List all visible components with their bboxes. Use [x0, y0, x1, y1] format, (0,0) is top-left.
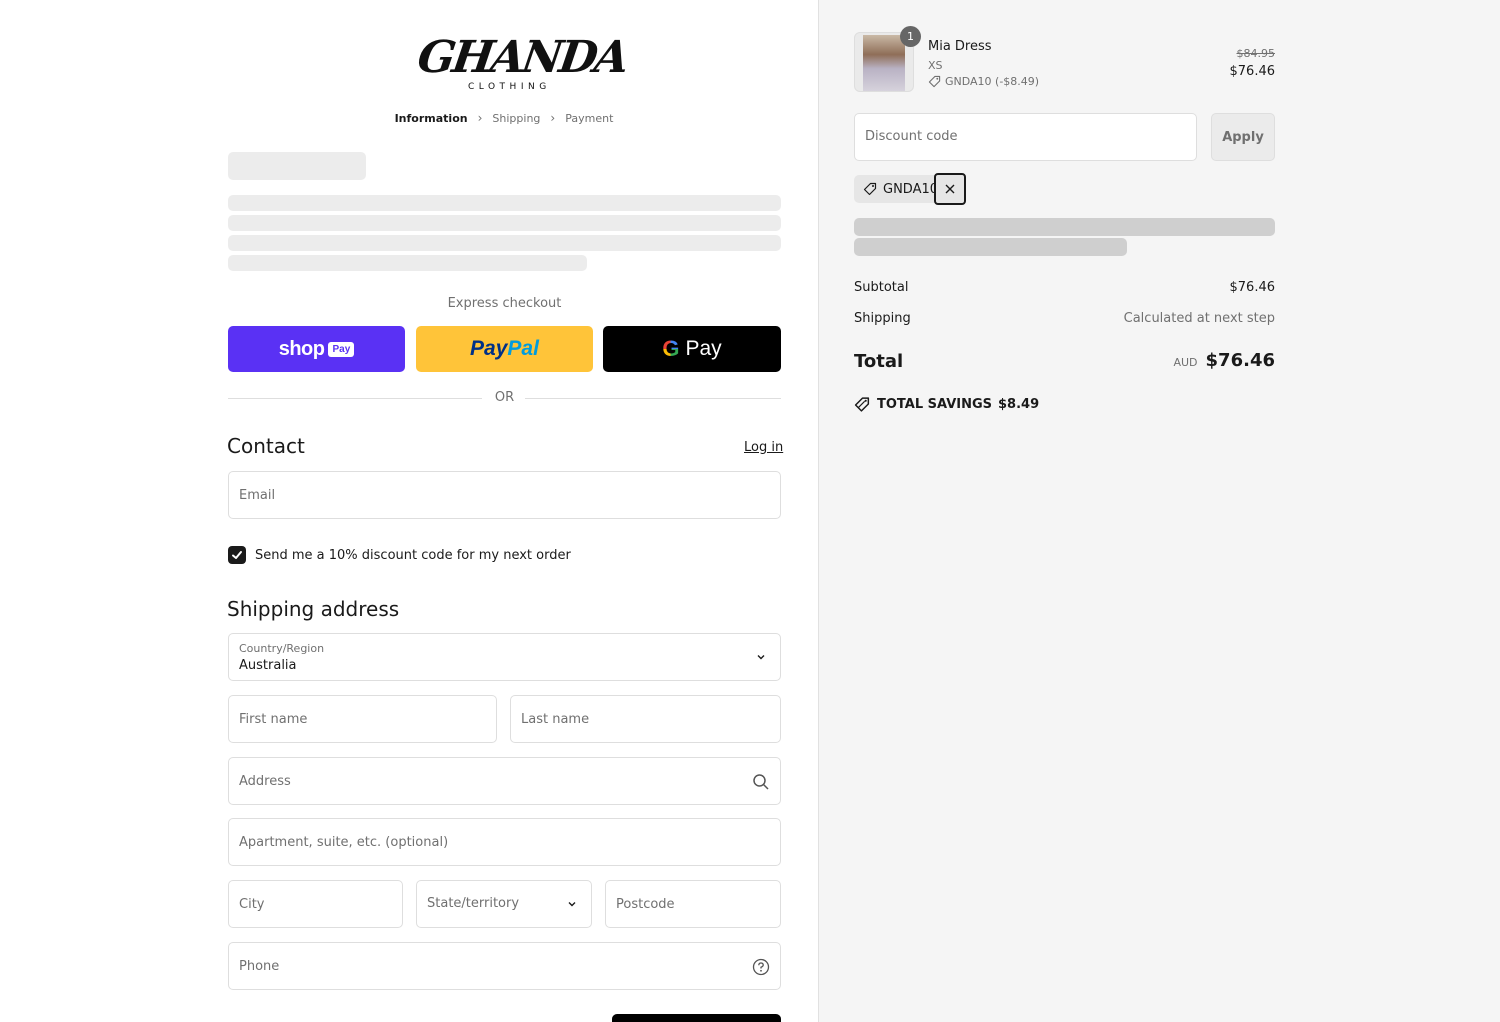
savings-value: $8.49 [998, 397, 1040, 412]
state-select[interactable]: State/territory [416, 880, 592, 928]
paypal-logo-pay: Pay [470, 337, 508, 360]
paypal-logo-pal: Pal [507, 337, 539, 360]
logo-wordmark: GHANDA [414, 32, 630, 83]
total-currency: AUD [1173, 356, 1198, 369]
first-name-input[interactable] [229, 696, 496, 742]
email-field[interactable] [228, 471, 781, 519]
savings-label: TOTAL SAVINGS [877, 397, 993, 412]
breadcrumb-information[interactable]: Information [395, 112, 468, 125]
brand-logo[interactable]: GHANDA CLOTHING [414, 28, 629, 96]
divider-line [525, 398, 781, 399]
product-discount: GNDA10 (-$8.49) [928, 75, 1039, 88]
chevron-right-icon: › [550, 111, 556, 125]
breadcrumb-payment: Payment [565, 111, 614, 125]
breadcrumb-shipping: Shipping [492, 111, 541, 125]
checkmark-icon [232, 551, 242, 559]
continue-button[interactable] [612, 1014, 781, 1022]
shipping-address-heading: Shipping address [227, 597, 400, 621]
apartment-input[interactable] [229, 819, 780, 865]
shipping-value: Calculated at next step [1123, 311, 1275, 326]
close-icon [945, 184, 955, 194]
total-savings: TOTAL SAVINGS $8.49 [854, 396, 1039, 413]
login-link[interactable]: Log in [744, 440, 783, 455]
total-value: AUD $76.46 [1173, 350, 1275, 371]
loading-skeleton-title [228, 152, 366, 180]
loading-skeleton-line [854, 238, 1127, 256]
apartment-field[interactable] [228, 818, 781, 866]
google-pay-button[interactable]: G Pay [603, 326, 781, 372]
country-value: Australia [239, 658, 297, 673]
loading-skeleton-line [228, 195, 781, 211]
tag-icon [928, 75, 941, 88]
country-label: Country/Region [239, 642, 325, 655]
product-original-price: $84.95 [1236, 47, 1276, 60]
last-name-input[interactable] [511, 696, 780, 742]
apply-discount-button[interactable]: Apply [1211, 113, 1275, 161]
country-select[interactable]: Country/Region Australia [228, 633, 781, 681]
postcode-input[interactable] [606, 881, 780, 927]
chevron-right-icon: › [477, 111, 483, 125]
shop-pay-pill: Pay [328, 341, 355, 357]
email-input[interactable] [229, 472, 780, 518]
newsletter-option[interactable]: Send me a 10% discount code for my next … [228, 546, 571, 564]
subtotal-label: Subtotal [854, 280, 909, 295]
phone-input[interactable] [229, 943, 780, 989]
newsletter-checkbox[interactable] [228, 546, 246, 564]
last-name-field[interactable] [510, 695, 781, 743]
google-pay-label: Pay [685, 337, 722, 360]
address-field[interactable] [228, 757, 781, 805]
city-input[interactable] [229, 881, 402, 927]
shipping-label: Shipping [854, 311, 911, 326]
tag-icon [863, 182, 877, 196]
shop-pay-button[interactable]: shop Pay [228, 326, 405, 372]
product-name: Mia Dress [928, 39, 992, 54]
savings-tag-icon [854, 397, 870, 412]
first-name-field[interactable] [228, 695, 497, 743]
loading-skeleton-line [228, 235, 781, 251]
google-g-icon: G [662, 336, 680, 361]
product-price: $76.46 [1229, 64, 1276, 79]
total-label: Total [854, 351, 904, 372]
chevron-down-icon [757, 655, 765, 660]
city-field[interactable] [228, 880, 403, 928]
applied-discount-code: GNDA10 [883, 181, 939, 197]
search-icon [753, 774, 769, 790]
loading-skeleton-line [854, 218, 1275, 236]
quantity-badge: 1 [900, 26, 921, 47]
address-input[interactable] [229, 758, 780, 804]
total-amount: $76.46 [1205, 350, 1275, 371]
help-circle-icon[interactable] [752, 958, 770, 976]
postcode-field[interactable] [605, 880, 781, 928]
product-variant: XS [928, 59, 943, 72]
state-placeholder: State/territory [427, 896, 520, 911]
phone-field[interactable] [228, 942, 781, 990]
discount-code-field[interactable]: Discount code [854, 113, 1197, 161]
loading-skeleton-line [228, 215, 781, 231]
subtotal-value: $76.46 [1229, 280, 1276, 295]
product-discount-text: GNDA10 (-$8.49) [945, 75, 1040, 88]
shop-pay-logo: shop [278, 337, 325, 360]
logo-subtext: CLOTHING [468, 82, 551, 92]
checkout-main: GHANDA CLOTHING Information › Shipping ›… [0, 0, 818, 1022]
loading-skeleton-line [228, 255, 587, 271]
chevron-down-icon [568, 902, 576, 907]
or-divider: OR [228, 390, 781, 408]
remove-discount-button[interactable] [934, 173, 966, 205]
product-image [863, 35, 905, 91]
discount-code-placeholder: Discount code [865, 129, 958, 144]
express-checkout-label: Express checkout [447, 296, 562, 311]
contact-heading: Contact [227, 434, 305, 458]
newsletter-label: Send me a 10% discount code for my next … [255, 547, 571, 563]
paypal-button[interactable]: Pay Pal [416, 326, 593, 372]
